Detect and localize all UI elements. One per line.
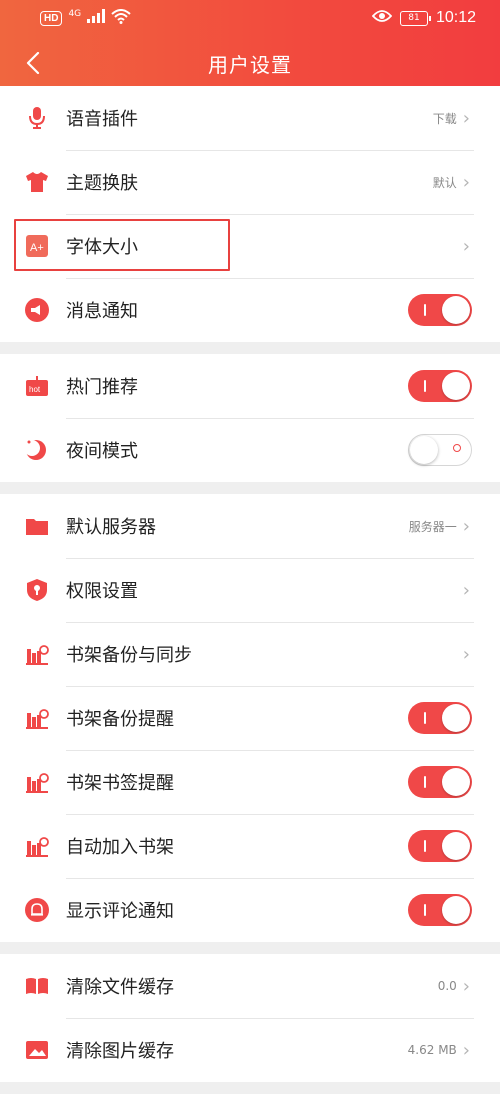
setting-right: ›	[463, 644, 470, 665]
setting-value: 默认	[432, 175, 457, 190]
setting-right	[408, 702, 472, 734]
bell-icon	[24, 897, 50, 923]
setting-right: ›	[463, 580, 470, 601]
book-icon	[24, 973, 50, 999]
setting-notifications[interactable]: 消息通知	[0, 278, 500, 342]
settings-group-3: 默认服务器 服务器一 › 权限设置 › 书架备份与同步 › 书架备份提醒 书架书…	[0, 494, 500, 942]
setting-label: 语音插件	[66, 109, 138, 130]
setting-label: 清除文件缓存	[66, 977, 174, 998]
back-button[interactable]	[16, 46, 50, 80]
setting-value: 0.0	[437, 979, 457, 993]
setting-label: 权限设置	[66, 581, 138, 602]
app-header: HD 4G 81 10:12 用户设置	[0, 0, 500, 86]
highlight-box	[14, 219, 230, 271]
toggle-switch-on[interactable]	[408, 894, 472, 926]
setting-right	[408, 370, 472, 402]
tshirt-icon	[24, 169, 50, 195]
setting-permissions[interactable]: 权限设置 ›	[0, 558, 500, 622]
chevron-right-icon: ›	[462, 643, 470, 665]
toggle-switch-on[interactable]	[408, 370, 472, 402]
setting-auto-add-bookshelf[interactable]: 自动加入书架	[0, 814, 500, 878]
setting-label: 书架备份与同步	[66, 645, 192, 666]
chevron-right-icon: ›	[462, 1039, 470, 1061]
setting-right: 默认 ›	[433, 172, 470, 193]
setting-right	[408, 766, 472, 798]
network-type: 4G	[68, 8, 82, 19]
setting-label: 热门推荐	[66, 377, 138, 398]
bookshelf-icon	[24, 769, 50, 795]
signal-icon	[87, 9, 106, 27]
bookshelf-icon	[24, 833, 50, 859]
page-title: 用户设置	[208, 52, 292, 77]
setting-label: 默认服务器	[66, 517, 156, 538]
chevron-right-icon: ›	[462, 171, 470, 193]
status-bar: HD 4G 81 10:12	[0, 0, 500, 36]
toggle-switch-on[interactable]	[408, 766, 472, 798]
setting-label: 书架备份提醒	[66, 709, 174, 730]
setting-value: 服务器一	[408, 519, 457, 534]
chevron-left-icon	[26, 52, 40, 74]
image-icon	[24, 1037, 50, 1063]
bookshelf-icon	[24, 641, 50, 667]
status-right: 81 10:12	[371, 9, 476, 27]
setting-label: 显示评论通知	[66, 901, 174, 922]
settings-group-4: 清除文件缓存 0.0 › 清除图片缓存 4.62 MB ›	[0, 954, 500, 1082]
setting-label: 自动加入书架	[66, 837, 174, 858]
setting-right: 4.62 MB ›	[408, 1040, 470, 1061]
chevron-right-icon: ›	[462, 107, 470, 129]
setting-right: 服务器一 ›	[409, 516, 470, 537]
setting-comment-notifications[interactable]: 显示评论通知	[0, 878, 500, 942]
settings-group-2: hot 热门推荐 夜间模式	[0, 354, 500, 482]
bookshelf-icon	[24, 705, 50, 731]
setting-right: 0.0 ›	[438, 976, 470, 997]
setting-right	[408, 294, 472, 326]
folder-icon	[24, 513, 50, 539]
moon-icon	[24, 437, 50, 463]
hd-badge: HD	[40, 10, 63, 26]
chevron-right-icon: ›	[462, 515, 470, 537]
setting-voice-plugin[interactable]: 语音插件 下载 ›	[0, 86, 500, 150]
setting-right	[408, 434, 472, 466]
setting-label: 书架书签提醒	[66, 773, 174, 794]
setting-label: 夜间模式	[66, 441, 138, 462]
settings-group-1: 语音插件 下载 › 主题换肤 默认 › A+ 字体大小 › 消息通知	[0, 86, 500, 342]
setting-default-server[interactable]: 默认服务器 服务器一 ›	[0, 494, 500, 558]
setting-right	[408, 894, 472, 926]
setting-label: 清除图片缓存	[66, 1041, 174, 1062]
setting-bookshelf-bookmark-reminder[interactable]: 书架书签提醒	[0, 750, 500, 814]
setting-value: 4.62 MB	[407, 1043, 457, 1057]
chevron-right-icon: ›	[462, 579, 470, 601]
chevron-right-icon: ›	[462, 975, 470, 997]
toggle-switch-on[interactable]	[408, 830, 472, 862]
eye-icon	[371, 9, 393, 27]
hot-icon-text: hot	[29, 385, 41, 394]
setting-clear-file-cache[interactable]: 清除文件缓存 0.0 ›	[0, 954, 500, 1018]
wifi-icon	[111, 8, 131, 28]
toggle-switch-on[interactable]	[408, 702, 472, 734]
setting-theme[interactable]: 主题换肤 默认 ›	[0, 150, 500, 214]
nav-bar: 用户设置	[0, 40, 500, 86]
status-left: HD 4G	[40, 8, 131, 28]
hot-icon: hot	[24, 373, 50, 399]
setting-bookshelf-sync[interactable]: 书架备份与同步 ›	[0, 622, 500, 686]
setting-value: 下载	[432, 111, 457, 126]
setting-label: 消息通知	[66, 301, 138, 322]
setting-hot-recommend[interactable]: hot 热门推荐	[0, 354, 500, 418]
setting-right: ›	[463, 236, 470, 257]
setting-clear-image-cache[interactable]: 清除图片缓存 4.62 MB ›	[0, 1018, 500, 1082]
shield-icon	[24, 577, 50, 603]
megaphone-icon	[24, 297, 50, 323]
toggle-switch-on[interactable]	[408, 294, 472, 326]
clock: 10:12	[435, 9, 476, 26]
chevron-right-icon: ›	[462, 235, 470, 257]
setting-bookshelf-backup-reminder[interactable]: 书架备份提醒	[0, 686, 500, 750]
setting-right	[408, 830, 472, 862]
microphone-icon	[24, 105, 50, 131]
setting-night-mode[interactable]: 夜间模式	[0, 418, 500, 482]
toggle-switch-off[interactable]	[408, 434, 472, 466]
setting-right: 下载 ›	[433, 108, 470, 129]
setting-label: 主题换肤	[66, 173, 138, 194]
battery-icon: 81	[399, 10, 431, 26]
